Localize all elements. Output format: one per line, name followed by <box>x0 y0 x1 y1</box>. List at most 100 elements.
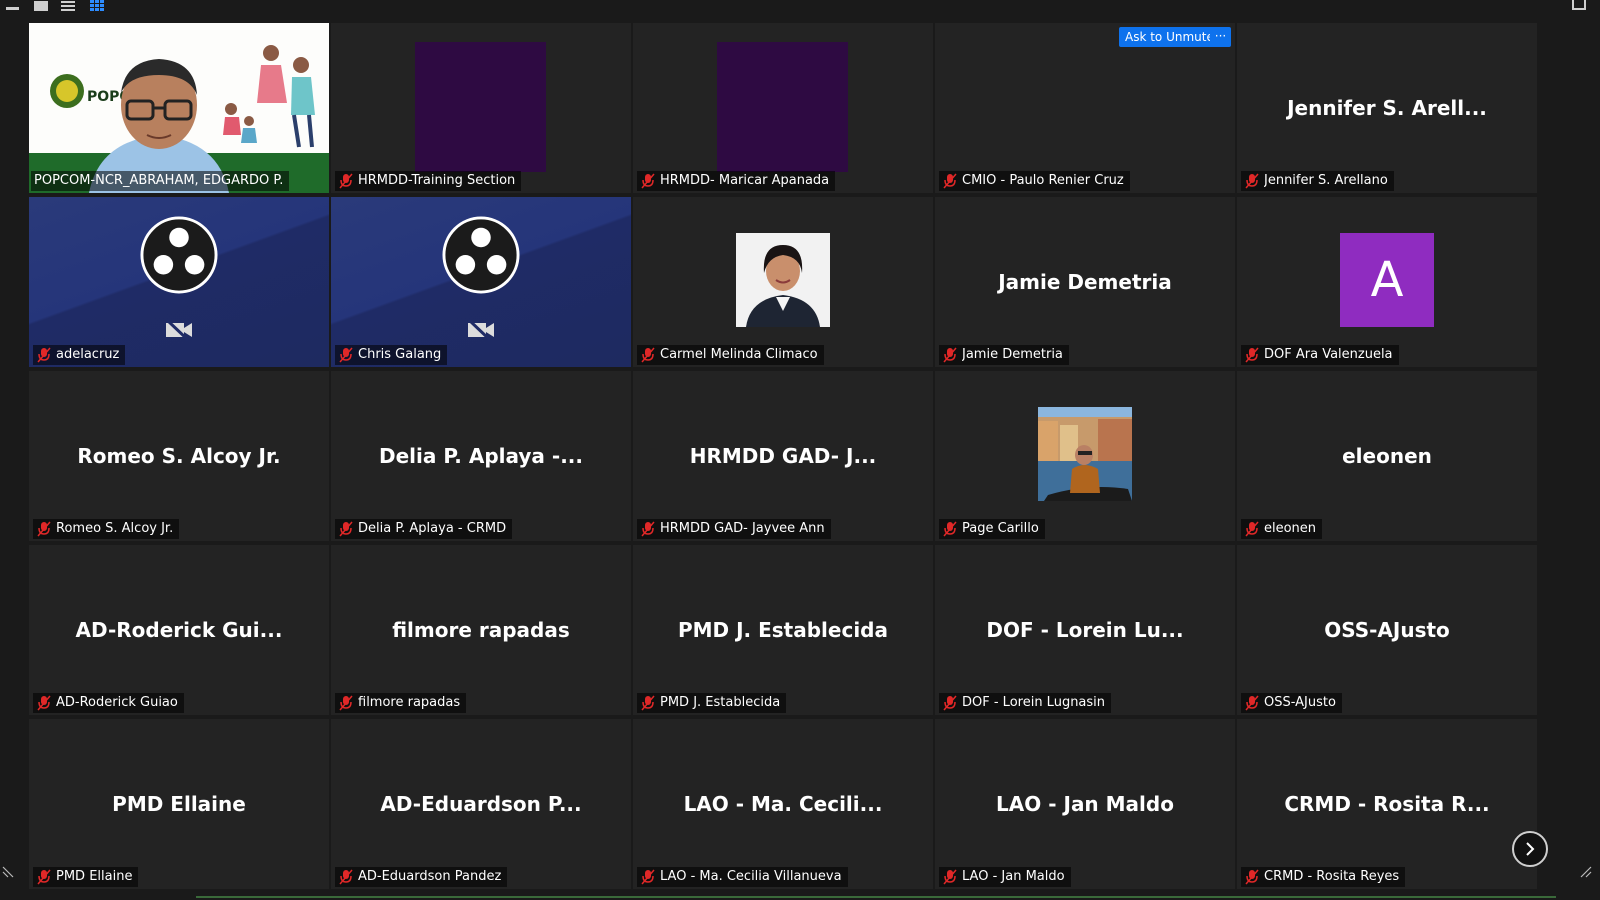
muted-mic-icon <box>943 347 957 363</box>
participant-name: CRMD - Rosita Reyes <box>1264 869 1400 884</box>
minimize-icon[interactable] <box>6 7 19 10</box>
participant-tile[interactable]: HRMDD GAD- J... HRMDD GAD- Jayvee Ann <box>633 371 933 541</box>
muted-mic-icon <box>37 695 51 711</box>
participant-name: Page Carillo <box>962 521 1039 536</box>
muted-mic-icon <box>1245 521 1259 537</box>
participant-avatar <box>415 42 546 172</box>
participant-name: LAO - Jan Maldo <box>962 869 1065 884</box>
participant-tile[interactable]: Jamie Demetria Jamie Demetria <box>935 197 1235 367</box>
ask-to-unmute-button[interactable]: Ask to Unmute <box>1119 27 1220 47</box>
participant-tile[interactable]: OSS-AJusto OSS-AJusto <box>1237 545 1537 715</box>
muted-mic-icon <box>1245 347 1259 363</box>
participant-name: Carmel Melinda Climaco <box>660 347 818 362</box>
participant-name: Delia P. Aplaya - CRMD <box>358 521 507 536</box>
next-page-button[interactable] <box>1512 831 1548 867</box>
participant-name: OSS-AJusto <box>1264 695 1336 710</box>
participant-display-name: filmore rapadas <box>392 618 570 642</box>
participant-name-label: Chris Galang <box>335 345 448 365</box>
strip-view-icon[interactable] <box>61 1 75 11</box>
participant-tile[interactable]: HRMDD- Maricar Apanada <box>633 23 933 193</box>
participant-name-label: Page Carillo <box>939 519 1045 539</box>
participant-tile[interactable]: AD-Roderick Gui... AD-Roderick Guiao <box>29 545 329 715</box>
participant-display-name: PMD Ellaine <box>112 792 246 816</box>
participant-name-label: LAO - Jan Maldo <box>939 867 1071 887</box>
participant-name: Jennifer S. Arellano <box>1264 173 1388 188</box>
participant-avatar: A <box>1340 233 1434 327</box>
participant-name-label: POPCOM-NCR_ABRAHAM, EDGARDO P. <box>31 171 290 191</box>
participant-display-name: Delia P. Aplaya -... <box>378 444 583 468</box>
muted-mic-icon <box>641 869 655 885</box>
participant-display-name: eleonen <box>1342 444 1432 468</box>
muted-mic-icon <box>641 695 655 711</box>
obs-logo-icon <box>442 216 520 294</box>
participant-display-name: OSS-AJusto <box>1324 618 1450 642</box>
muted-mic-icon <box>1245 695 1259 711</box>
exit-fullscreen-icon[interactable] <box>1572 0 1586 10</box>
participant-name: LAO - Ma. Cecilia Villanueva <box>660 869 842 884</box>
participant-photo <box>1038 407 1132 501</box>
muted-mic-icon <box>943 173 957 189</box>
participant-tile[interactable]: Carmel Melinda Climaco <box>633 197 933 367</box>
participant-tile[interactable]: A DOF Ara Valenzuela <box>1237 197 1537 367</box>
top-toolbar <box>0 0 1600 22</box>
participant-tile[interactable]: Romeo S. Alcoy Jr. Romeo S. Alcoy Jr. <box>29 371 329 541</box>
speaker-view-icon[interactable] <box>34 1 48 11</box>
participant-tile[interactable]: Page Carillo <box>935 371 1235 541</box>
participant-tile[interactable]: Jennifer S. Arell... Jennifer S. Arellan… <box>1237 23 1537 193</box>
muted-mic-icon <box>1245 173 1259 189</box>
participant-name: Chris Galang <box>358 347 442 362</box>
participant-tile[interactable]: LAO - Ma. Cecili... LAO - Ma. Cecilia Vi… <box>633 719 933 889</box>
muted-mic-icon <box>339 173 353 189</box>
participant-display-name: CRMD - Rosita R... <box>1284 792 1490 816</box>
gallery-view-icon[interactable] <box>90 0 104 12</box>
participant-name-label: Delia P. Aplaya - CRMD <box>335 519 513 539</box>
muted-mic-icon <box>1245 869 1259 885</box>
participant-tile[interactable]: adelacruz <box>29 197 329 367</box>
participant-name: filmore rapadas <box>358 695 461 710</box>
participant-name-label: LAO - Ma. Cecilia Villanueva <box>637 867 848 887</box>
muted-mic-icon <box>641 347 655 363</box>
participant-display-name: Jamie Demetria <box>998 270 1172 294</box>
participant-name-label: DOF - Lorein Lugnasin <box>939 693 1112 713</box>
participant-display-name: LAO - Ma. Cecili... <box>683 792 883 816</box>
participant-display-name: LAO - Jan Maldo <box>996 792 1174 816</box>
resize-handle-icon[interactable] <box>1580 866 1592 878</box>
participant-name-label: PMD J. Establecida <box>637 693 787 713</box>
participant-name-label: adelacruz <box>33 345 126 365</box>
participant-tile[interactable]: Chris Galang <box>331 197 631 367</box>
participant-tile[interactable]: Ask to Unmute ··· CMIO - Paulo Renier Cr… <box>935 23 1235 193</box>
participant-name: Jamie Demetria <box>962 347 1063 362</box>
participant-tile[interactable]: DOF - Lorein Lu... DOF - Lorein Lugnasin <box>935 545 1235 715</box>
participant-tile-video[interactable]: POPC POPCOM-NCR_ABRAHAM, EDGARDO P. <box>29 23 329 193</box>
participant-name: HRMDD-Training Section <box>358 173 516 188</box>
participant-name-label: CRMD - Rosita Reyes <box>1241 867 1406 887</box>
participant-name-label: DOF Ara Valenzuela <box>1241 345 1399 365</box>
resize-handle-icon[interactable] <box>2 866 14 878</box>
participant-name-label: eleonen <box>1241 519 1323 539</box>
participant-name-label: CMIO - Paulo Renier Cruz <box>939 171 1130 191</box>
participant-tile[interactable]: filmore rapadas filmore rapadas <box>331 545 631 715</box>
muted-mic-icon <box>641 173 655 189</box>
participant-tile[interactable]: PMD J. Establecida PMD J. Establecida <box>633 545 933 715</box>
video-off-icon <box>467 319 494 341</box>
participant-name-label: HRMDD-Training Section <box>335 171 522 191</box>
participant-display-name: Romeo S. Alcoy Jr. <box>77 444 281 468</box>
participant-tile[interactable]: CRMD - Rosita R... CRMD - Rosita Reyes <box>1237 719 1537 889</box>
participant-tile[interactable]: Delia P. Aplaya -... Delia P. Aplaya - C… <box>331 371 631 541</box>
participant-tile[interactable]: PMD Ellaine PMD Ellaine <box>29 719 329 889</box>
participant-display-name: AD-Eduardson P... <box>380 792 582 816</box>
bottom-divider <box>196 896 1556 898</box>
obs-logo-icon <box>140 216 218 294</box>
muted-mic-icon <box>37 869 51 885</box>
participant-photo <box>736 233 830 327</box>
participant-tile[interactable]: HRMDD-Training Section <box>331 23 631 193</box>
muted-mic-icon <box>943 695 957 711</box>
participant-name: HRMDD GAD- Jayvee Ann <box>660 521 825 536</box>
participant-tile[interactable]: LAO - Jan Maldo LAO - Jan Maldo <box>935 719 1235 889</box>
participant-name: AD-Eduardson Pandez <box>358 869 502 884</box>
more-options-button[interactable]: ··· <box>1210 27 1231 47</box>
participant-tile[interactable]: eleonen eleonen <box>1237 371 1537 541</box>
participant-name: CMIO - Paulo Renier Cruz <box>962 173 1124 188</box>
participant-tile[interactable]: AD-Eduardson P... AD-Eduardson Pandez <box>331 719 631 889</box>
participant-display-name: AD-Roderick Gui... <box>75 618 283 642</box>
